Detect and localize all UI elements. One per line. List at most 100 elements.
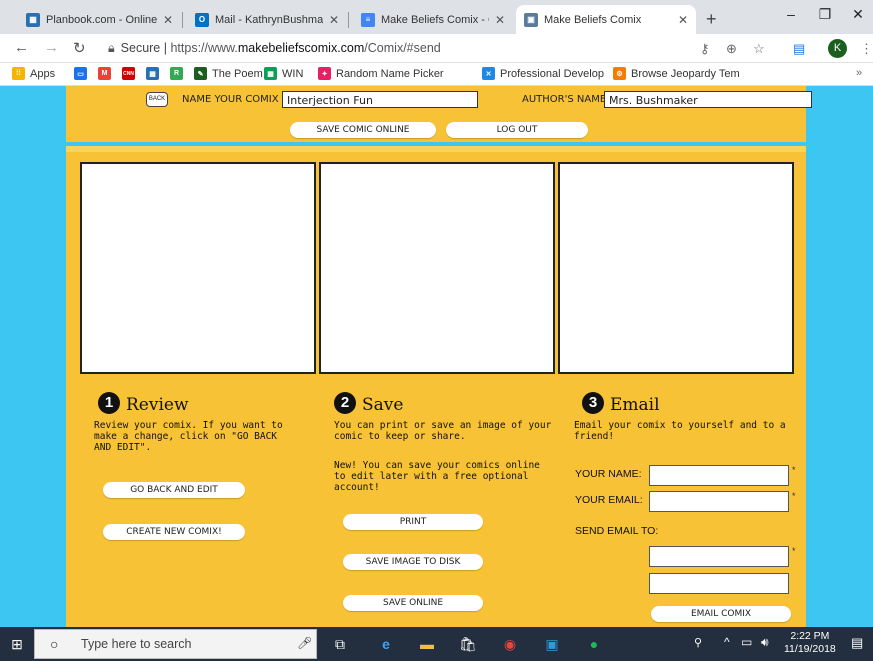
step-number: 1 — [98, 392, 120, 414]
tab-title: Make Beliefs Comix - Go — [381, 13, 489, 26]
key-icon[interactable]: ⚷ — [700, 41, 710, 57]
more-bookmarks-icon[interactable]: » — [856, 67, 862, 79]
print-button[interactable]: PRINT — [343, 514, 483, 530]
bookmark-random-name-picker[interactable]: ✦ Random Name Picker — [318, 67, 444, 80]
taskbar-search-box[interactable]: Type here to search — [34, 629, 317, 659]
docs-icon: ≡ — [361, 12, 375, 27]
required-mark: * — [792, 465, 796, 475]
extension-icon[interactable]: ▤ — [793, 41, 805, 57]
save-image-to-disk-button[interactable]: SAVE IMAGE TO DISK — [343, 554, 483, 570]
planbook-icon: ▦ — [146, 67, 159, 80]
sway-icon[interactable]: ▣ — [542, 634, 562, 654]
chevron-up-icon[interactable]: ^ — [724, 635, 730, 649]
outlook-icon: O — [195, 12, 209, 27]
close-icon[interactable]: ✕ — [678, 13, 688, 27]
comix-icon: ▣ — [524, 12, 538, 27]
bookmark-professional-develop[interactable]: ✕ Professional Develop — [482, 67, 604, 80]
task-view-icon[interactable]: ⧉ — [330, 634, 350, 654]
save-comic-online-button[interactable]: SAVE COMIC ONLINE — [290, 122, 436, 138]
chrome-icon[interactable]: ◉ — [500, 634, 520, 654]
windows-start-icon[interactable]: ⊞ — [7, 634, 27, 654]
x-icon: ✕ — [482, 67, 495, 80]
people-icon[interactable]: ⚲ — [694, 636, 702, 649]
zoom-icon[interactable]: ⊕ — [726, 41, 737, 57]
review-description: Review your comix. If you want to make a… — [94, 420, 283, 453]
edge-icon[interactable]: e — [376, 634, 396, 654]
tab-divider — [182, 12, 183, 28]
close-icon[interactable]: ✕ — [163, 13, 173, 27]
bookmark-label: Browse Jeopardy Tem — [631, 67, 740, 80]
url-path: /Comix/#send — [364, 41, 441, 55]
minimize-button[interactable]: – — [776, 6, 806, 22]
tab-divider — [348, 12, 349, 28]
your-email-label: YOUR EMAIL: — [575, 494, 643, 506]
cortana-circle-icon: ○ — [50, 636, 59, 652]
bookmark-gmail[interactable]: M — [98, 67, 116, 80]
comic-panel-2 — [319, 162, 555, 374]
notification-icon[interactable]: ▤ — [851, 635, 863, 651]
email-description: Email your comix to yourself and to a fr… — [574, 420, 786, 442]
create-new-comix-button[interactable]: CREATE NEW COMIX! — [103, 524, 245, 540]
save-online-note: New! You can save your comics online to … — [334, 460, 540, 493]
comix-name-input[interactable]: Interjection Fun — [282, 91, 478, 108]
r-icon: R — [170, 67, 183, 80]
bookmark-cnn[interactable]: CNN — [122, 67, 140, 80]
close-icon[interactable]: ✕ — [329, 13, 339, 27]
comic-title-fields: BACK NAME YOUR COMIX Interjection Fun AU… — [144, 90, 824, 110]
bookmark-the-poem[interactable]: ✎ The Poem — [194, 67, 263, 80]
bookmark-r[interactable]: R — [170, 67, 188, 80]
step-title: Save — [362, 395, 404, 415]
spotify-icon[interactable]: ● — [584, 634, 604, 654]
secure-label: Secure — [120, 41, 161, 55]
required-mark: * — [792, 491, 796, 501]
reload-icon[interactable]: ↻ — [73, 39, 86, 57]
your-email-input[interactable] — [649, 491, 789, 512]
profile-avatar[interactable]: K — [828, 39, 847, 58]
go-back-and-edit-button[interactable]: GO BACK AND EDIT — [103, 482, 245, 498]
network-icon[interactable]: ▭ — [741, 635, 752, 649]
your-name-input[interactable] — [649, 465, 789, 486]
volume-icon[interactable]: 🔊︎ — [761, 635, 769, 650]
new-tab-button[interactable]: + — [706, 9, 717, 30]
bookmark-browse-jeopardy[interactable]: ⚙ Browse Jeopardy Tem — [613, 67, 740, 80]
comic-panel-1 — [80, 162, 316, 374]
save-online-button[interactable]: SAVE ONLINE — [343, 595, 483, 611]
bookmark-apps[interactable]: ⁞⁞ Apps — [12, 67, 55, 80]
bookmark-planbook[interactable]: ▦ — [146, 67, 164, 80]
author-name-input[interactable]: Mrs. Bushmaker — [604, 91, 812, 108]
forward-arrow-icon[interactable]: → — [44, 39, 59, 56]
close-icon[interactable]: ✕ — [495, 13, 505, 27]
bookmark-1[interactable]: ▭ — [74, 67, 92, 80]
bookmark-star-icon[interactable]: ☆ — [753, 41, 765, 57]
store-icon[interactable]: 🛍︎ — [458, 634, 478, 654]
log-out-button[interactable]: LOG OUT — [446, 122, 588, 138]
step-number: 2 — [334, 392, 356, 414]
tab-title: Planbook.com - Online L — [46, 13, 157, 26]
address-bar[interactable]: 🔒︎ Secure | https://www.makebeliefscomix.… — [108, 38, 698, 59]
friend-email-input-2[interactable] — [649, 573, 789, 594]
email-comix-button[interactable]: EMAIL COMIX — [651, 606, 791, 622]
bookmark-label: Random Name Picker — [336, 67, 444, 80]
maximize-button[interactable]: ❐ — [810, 6, 840, 23]
tab-planbook[interactable]: ▦ Planbook.com - Online L ✕ — [18, 5, 181, 34]
comic-preview-area: 1 Review Review your comix. If you want … — [66, 146, 806, 627]
microphone-icon[interactable]: 🎤︎ — [297, 636, 312, 650]
step-title: Review — [126, 395, 189, 415]
windows-taskbar: ⊞ Type here to search ○ 🎤︎ ⧉ e ▬ 🛍︎ ◉ ▣ … — [0, 627, 873, 661]
pen-icon: ✎ — [194, 67, 207, 80]
back-arrow-icon[interactable]: ← — [14, 39, 29, 56]
clock-time: 2:22 PM — [790, 630, 830, 642]
friend-email-input-1[interactable] — [649, 546, 789, 567]
menu-icon[interactable]: ⋮ — [860, 41, 873, 57]
file-explorer-icon[interactable]: ▬ — [417, 634, 437, 654]
close-window-button[interactable]: ✕ — [843, 6, 873, 23]
bookmark-win[interactable]: ▦ WIN — [264, 67, 303, 80]
tab-docs[interactable]: ≡ Make Beliefs Comix - Go ✕ — [353, 5, 513, 34]
tab-make-beliefs-comix[interactable]: ▣ Make Beliefs Comix ✕ — [516, 5, 696, 34]
bookmark-label: WIN — [282, 67, 304, 80]
author-name-label: AUTHOR'S NAME — [522, 94, 607, 105]
planbook-icon: ▦ — [26, 12, 40, 27]
back-bubble-button[interactable]: BACK — [146, 92, 168, 107]
system-clock[interactable]: 2:22 PM 11/19/2018 — [784, 630, 836, 656]
tab-mail[interactable]: O Mail - KathrynBushmaker ✕ — [187, 5, 347, 34]
